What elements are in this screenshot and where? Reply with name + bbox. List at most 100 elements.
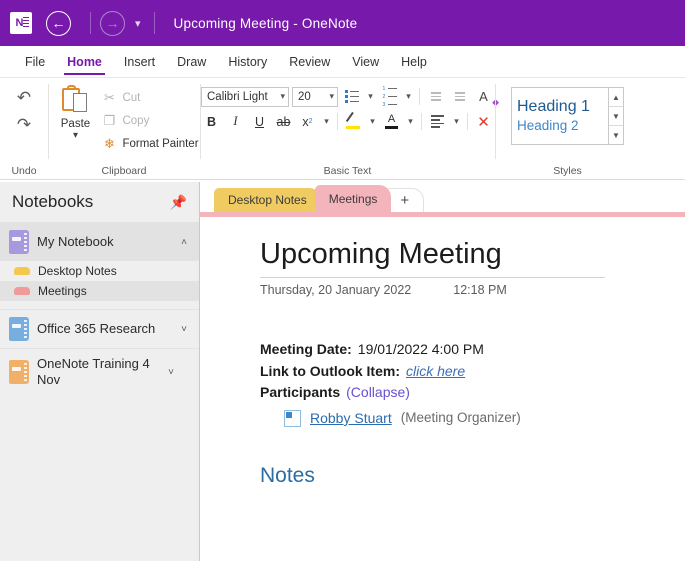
font-name-select[interactable]: Calibri Light ▾ bbox=[201, 86, 289, 107]
cut-button[interactable]: ✂ Cut bbox=[101, 87, 198, 108]
group-label-styles: Styles bbox=[553, 165, 582, 177]
chevron-up-icon[interactable]: ˄ bbox=[178, 237, 190, 248]
delete-icon[interactable]: ✕ bbox=[473, 111, 494, 132]
meeting-date-line: Meeting Date: 19/01/2022 4:00 PM bbox=[260, 339, 685, 361]
section-item-desktop-notes[interactable]: Desktop Notes bbox=[0, 261, 199, 281]
add-section-button[interactable]: + bbox=[385, 188, 425, 212]
group-label-clipboard: Clipboard bbox=[101, 165, 147, 177]
chevron-down-icon[interactable]: ˅ bbox=[165, 367, 177, 378]
main-area: Notebooks 📌 My Notebook ˄ Desktop Notes … bbox=[0, 182, 685, 561]
tab-history[interactable]: History bbox=[217, 46, 278, 77]
bold-button[interactable]: B bbox=[201, 111, 222, 132]
divider bbox=[337, 113, 338, 130]
notebook-item-office-365-research[interactable]: Office 365 Research ˅ bbox=[0, 309, 199, 348]
font-color-icon[interactable]: A bbox=[381, 111, 402, 132]
forward-arrow-icon[interactable]: → bbox=[100, 10, 125, 36]
tab-home[interactable]: Home bbox=[56, 46, 113, 77]
bullet-list-icon[interactable] bbox=[341, 86, 362, 107]
styles-more-icon[interactable]: ▼ bbox=[609, 125, 623, 144]
section-tab-desktop-notes[interactable]: Desktop Notes bbox=[214, 188, 321, 212]
participants-line: Participants (Collapse) bbox=[260, 382, 685, 404]
subscript-button[interactable]: x2 bbox=[297, 111, 318, 132]
participants-label: Participants bbox=[260, 384, 341, 401]
titlebar-divider-1 bbox=[90, 12, 91, 34]
tab-help[interactable]: Help bbox=[390, 46, 438, 77]
styles-scroll-up-icon[interactable]: ▲ bbox=[609, 88, 623, 106]
paste-button[interactable]: Paste ▾ bbox=[49, 85, 101, 141]
align-icon[interactable] bbox=[427, 111, 448, 132]
participant-name[interactable]: Robby Stuart bbox=[310, 408, 392, 430]
font-color-dropdown-icon[interactable]: ▾ bbox=[405, 111, 416, 132]
page-canvas[interactable]: Upcoming Meeting Thursday, 20 January 20… bbox=[200, 217, 685, 561]
redo-icon[interactable]: ↷ bbox=[10, 113, 38, 137]
back-arrow-icon[interactable]: ← bbox=[46, 10, 71, 36]
notebook-item-onenote-training-4-nov[interactable]: OneNote Training 4 Nov ˅ bbox=[0, 348, 199, 396]
numbered-list-icon[interactable]: 1 2 3 bbox=[379, 86, 400, 108]
paste-label: Paste bbox=[60, 118, 91, 130]
copy-icon: ❐ bbox=[103, 112, 116, 128]
divider bbox=[419, 88, 420, 105]
section-tab-meetings[interactable]: Meetings bbox=[314, 185, 392, 212]
participants-collapse-toggle[interactable]: (Collapse) bbox=[346, 382, 410, 404]
highlight-dropdown-icon[interactable]: ▾ bbox=[367, 111, 378, 132]
notebook-name: My Notebook bbox=[37, 233, 114, 249]
italic-button[interactable]: I bbox=[225, 111, 246, 132]
clear-formatting-icon[interactable]: A ◆ bbox=[473, 86, 499, 107]
copy-button[interactable]: ❐ Copy bbox=[101, 110, 198, 131]
format-painter-label: Format Painter bbox=[122, 137, 199, 150]
ribbon: ↶ ↷ Undo Paste ▾ ✂ Cut ❐ Copy ❄ Format P… bbox=[0, 78, 685, 180]
scissors-icon: ✂ bbox=[104, 89, 115, 105]
page-meta: Thursday, 20 January 2022 12:18 PM bbox=[260, 283, 685, 297]
page-title[interactable]: Upcoming Meeting bbox=[260, 238, 685, 271]
notebooks-title: Notebooks bbox=[12, 192, 94, 211]
tab-file[interactable]: File bbox=[14, 46, 56, 77]
outlook-link[interactable]: click here bbox=[406, 361, 465, 383]
notebooks-header: Notebooks 📌 bbox=[0, 182, 199, 222]
numbered-list-dropdown-icon[interactable]: ▾ bbox=[403, 86, 414, 107]
cut-label: Cut bbox=[122, 91, 141, 104]
tab-insert[interactable]: Insert bbox=[113, 46, 166, 77]
page-date[interactable]: Thursday, 20 January 2022 bbox=[260, 283, 411, 297]
styles-gallery[interactable]: Heading 1 Heading 2 bbox=[511, 87, 609, 145]
underline-button[interactable]: U bbox=[249, 111, 270, 132]
decrease-indent-icon[interactable] bbox=[425, 86, 446, 107]
bullet-list-dropdown-icon[interactable]: ▾ bbox=[365, 86, 376, 107]
tab-draw[interactable]: Draw bbox=[166, 46, 217, 77]
section-name: Desktop Notes bbox=[38, 264, 117, 278]
chevron-down-icon[interactable]: ˅ bbox=[178, 324, 190, 335]
align-dropdown-icon[interactable]: ▾ bbox=[451, 111, 462, 132]
outlook-link-label: Link to Outlook Item: bbox=[260, 362, 400, 379]
page-area: Desktop Notes Meetings + Upcoming Meetin… bbox=[200, 182, 685, 561]
style-heading-2[interactable]: Heading 2 bbox=[517, 117, 603, 135]
style-heading-1[interactable]: Heading 1 bbox=[517, 97, 603, 117]
chevron-down-icon: ▾ bbox=[280, 91, 285, 101]
participant-row: Robby Stuart (Meeting Organizer) bbox=[284, 408, 685, 430]
increase-indent-icon[interactable] bbox=[449, 86, 470, 107]
notebook-icon bbox=[9, 230, 29, 254]
subscript-dropdown-icon[interactable]: ▾ bbox=[321, 111, 332, 132]
format-painter-button[interactable]: ❄ Format Painter bbox=[101, 133, 199, 154]
font-size-select[interactable]: 20 ▾ bbox=[292, 86, 338, 107]
styles-scrollbar[interactable]: ▲ ▼ ▼ bbox=[609, 87, 624, 145]
group-label-basic-text: Basic Text bbox=[323, 165, 372, 177]
page-body[interactable]: Meeting Date: 19/01/2022 4:00 PM Link to… bbox=[260, 339, 685, 492]
onenote-icon[interactable]: N bbox=[10, 12, 32, 34]
font-name-value: Calibri Light bbox=[207, 90, 268, 103]
section-color-icon bbox=[14, 267, 30, 275]
highlight-icon[interactable] bbox=[343, 111, 364, 132]
strikethrough-button[interactable]: ab bbox=[273, 111, 294, 132]
paintbrush-icon: ❄ bbox=[104, 135, 115, 151]
pin-icon[interactable]: 📌 bbox=[170, 194, 187, 211]
section-item-meetings[interactable]: Meetings bbox=[0, 281, 199, 301]
notebook-list: My Notebook ˄ Desktop Notes Meetings Off… bbox=[0, 222, 199, 561]
notes-heading[interactable]: Notes bbox=[260, 460, 685, 493]
paste-dropdown-icon[interactable]: ▾ bbox=[73, 131, 78, 141]
tab-view[interactable]: View bbox=[341, 46, 390, 77]
page-time[interactable]: 12:18 PM bbox=[453, 283, 507, 297]
undo-icon[interactable]: ↶ bbox=[10, 86, 38, 110]
styles-scroll-down-icon[interactable]: ▼ bbox=[609, 106, 623, 125]
chevron-down-icon[interactable]: ▾ bbox=[135, 17, 141, 30]
tab-review[interactable]: Review bbox=[278, 46, 341, 77]
notebook-item-my-notebook[interactable]: My Notebook ˄ bbox=[0, 222, 199, 261]
ribbon-group-basic-text: Calibri Light ▾ 20 ▾ ▾ 1 2 3 ▾ A ◆ B I U… bbox=[200, 78, 499, 179]
